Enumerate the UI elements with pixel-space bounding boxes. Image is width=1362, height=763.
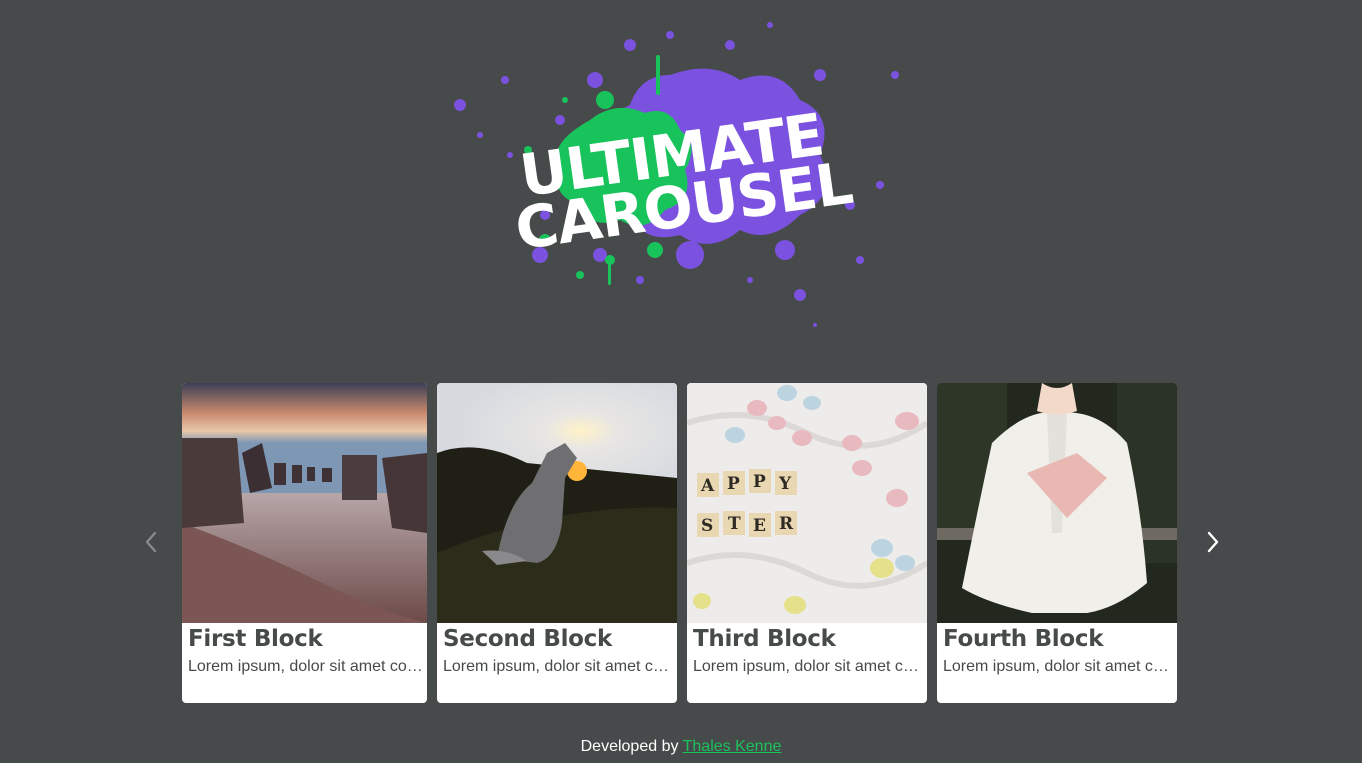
beach-rocks-image [182, 383, 427, 623]
carousel-card[interactable]: Fourth Block Lorem ipsum, dolor sit amet… [937, 383, 1177, 703]
card-title: Third Block [693, 626, 836, 652]
footer-prefix: Developed by [580, 738, 679, 755]
ultimate-carousel-logo: ULTIMATE CAROUSEL [440, 5, 910, 340]
carousel-card[interactable]: Second Block Lorem ipsum, dolor sit amet… [437, 383, 677, 703]
svg-text:T: T [728, 514, 741, 534]
chevron-left-icon [145, 531, 157, 553]
card-text: Lorem ipsum, dolor sit amet consectetur … [693, 658, 923, 675]
card-title: Second Block [443, 626, 612, 652]
carousel-card[interactable]: First Block Lorem ipsum, dolor sit amet … [182, 383, 427, 703]
dog-sunset-image [437, 383, 677, 623]
svg-text:Y: Y [778, 474, 792, 494]
svg-text:P: P [753, 472, 766, 492]
card-title: First Block [188, 626, 323, 652]
carousel-next-button[interactable] [1199, 528, 1227, 556]
card-text: Lorem ipsum, dolor sit amet consectetur … [188, 658, 423, 675]
card-text: Lorem ipsum, dolor sit amet consectetur … [443, 658, 673, 675]
carousel-card[interactable]: A P P Y S T E R Third Block Lorem ipsum,… [687, 383, 927, 703]
carousel-prev-button[interactable] [137, 528, 165, 556]
woman-fan-image [937, 383, 1177, 623]
carousel: First Block Lorem ipsum, dolor sit amet … [137, 383, 1227, 703]
svg-text:S: S [701, 516, 713, 536]
footer: Developed by Thales Kenne [0, 738, 1362, 756]
easter-eggs-image: A P P Y S T E R [687, 383, 927, 623]
svg-text:A: A [700, 476, 715, 496]
author-link[interactable]: Thales Kenne [683, 738, 782, 755]
svg-text:E: E [753, 516, 766, 536]
chevron-right-icon [1207, 531, 1219, 553]
svg-text:P: P [727, 474, 740, 494]
card-title: Fourth Block [943, 626, 1104, 652]
card-text: Lorem ipsum, dolor sit amet consectetur … [943, 658, 1173, 675]
svg-text:R: R [779, 514, 794, 534]
